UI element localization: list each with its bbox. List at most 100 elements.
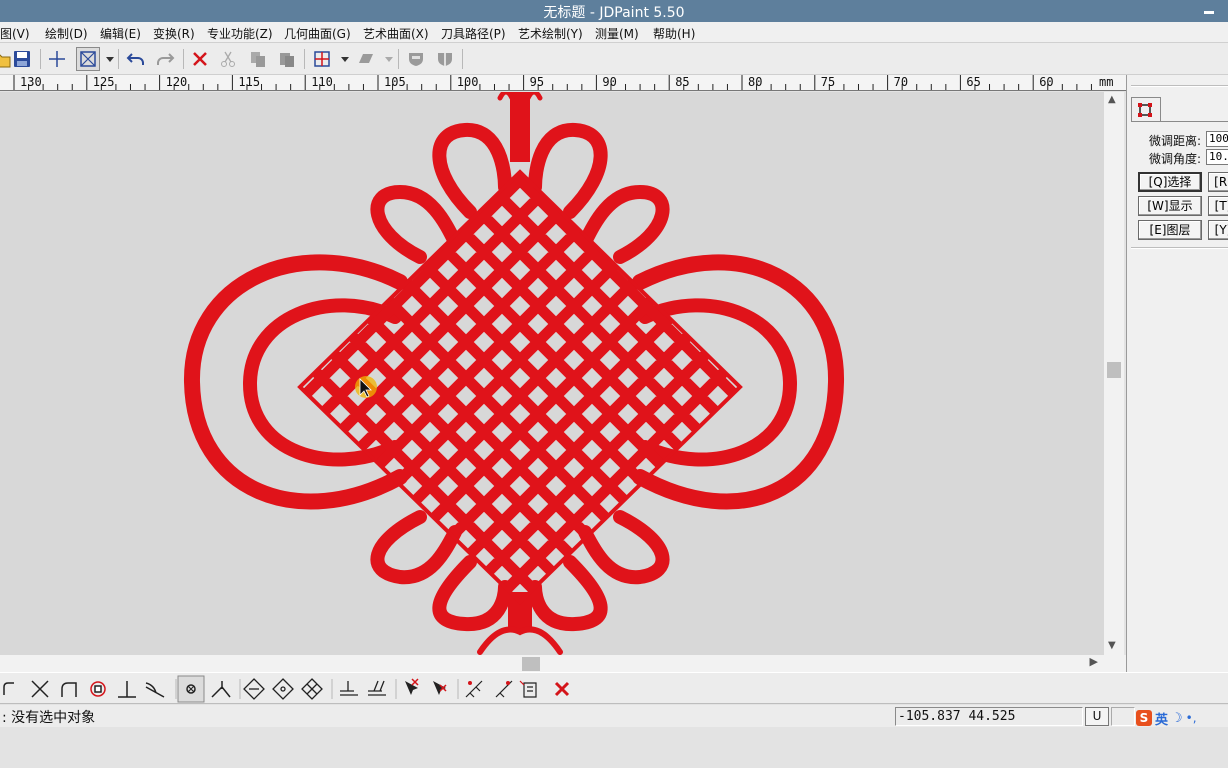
menu-item-2[interactable]: 编辑(E) [100, 25, 141, 42]
menu-item-3[interactable]: 变换(R) [153, 25, 195, 42]
redo-icon[interactable] [153, 47, 177, 71]
node-add-icon[interactable] [465, 680, 483, 698]
ruler-label: 60 [1039, 75, 1054, 89]
offset-multi-icon[interactable] [368, 680, 386, 696]
node-move-icon[interactable] [495, 680, 513, 698]
select-mode-button[interactable]: [Q]选择 [1138, 172, 1202, 192]
punctuation-icon[interactable]: •, [1186, 711, 1197, 725]
status-bar: : 没有选中对象 -105.837 44.525 U S 英 ☽ •, [0, 705, 1228, 728]
ruler-label: 110 [311, 75, 333, 89]
copy-icon[interactable] [246, 47, 270, 71]
fine-distance-label: 微调距离: [1149, 134, 1202, 148]
menu-item-6[interactable]: 艺术曲面(X) [363, 25, 429, 42]
panel-tab[interactable] [1131, 97, 1161, 121]
offset-line-icon[interactable] [340, 681, 358, 696]
horizontal-scrollbar[interactable]: ▶ [0, 655, 1104, 672]
minimize-icon[interactable] [1202, 0, 1218, 16]
chevron-down-icon[interactable] [106, 57, 114, 62]
y-mode-button[interactable]: [Y] [1208, 220, 1228, 240]
ime-language-label[interactable]: 英 [1155, 709, 1168, 728]
fine-distance-input[interactable]: 100 [1206, 131, 1228, 147]
ruler-label: 70 [893, 75, 909, 89]
scroll-right-icon[interactable]: ▶ [1090, 655, 1098, 668]
layer-mode-button[interactable]: [E]图层 [1138, 220, 1202, 240]
panel-divider [1131, 247, 1228, 249]
toolbar-separator [40, 49, 41, 69]
horizontal-ruler: 130 125 120 115 110 105 100 95 90 85 80 75 70 65 60 mm [0, 75, 1126, 91]
crosshair-icon[interactable] [45, 47, 69, 71]
status-message: : 没有选中对象 [2, 710, 96, 726]
ruler-label: 115 [238, 75, 261, 89]
node-edit-icon [1138, 103, 1152, 117]
ruler-label: 125 [92, 75, 115, 89]
ruler-label: 95 [529, 75, 545, 89]
menu-item-8[interactable]: 艺术绘制(Y) [518, 25, 583, 42]
toolbar-separator [304, 49, 305, 69]
display-mode-button[interactable]: [W]显示 [1138, 196, 1202, 216]
sogou-ime-icon[interactable]: S [1136, 710, 1152, 726]
delete-node-icon[interactable] [554, 681, 570, 697]
t-mode-button[interactable]: [T] [1208, 196, 1228, 216]
ime-toolbar[interactable]: S 英 ☽ •, [1136, 709, 1197, 728]
shield-right-icon[interactable] [433, 47, 457, 71]
menu-item-0[interactable]: 图(V) [0, 25, 30, 42]
window-title: 无标题 - JDPaint 5.50 [543, 5, 685, 21]
menu-item-4[interactable]: 专业功能(Z) [207, 25, 273, 42]
shape-fill-icon[interactable] [354, 47, 378, 71]
unit-button[interactable]: U [1085, 707, 1109, 726]
coordinate-readout: -105.837 44.525 [895, 707, 1083, 726]
vertical-scroll-thumb[interactable] [1107, 362, 1121, 378]
snap-intersect-icon[interactable] [211, 681, 231, 698]
chevron-down-icon[interactable] [385, 57, 393, 62]
diamond-cross-icon[interactable] [301, 678, 323, 700]
diamond-center-icon[interactable] [272, 678, 294, 700]
window-bottom [0, 727, 1228, 768]
delete-icon[interactable] [188, 47, 212, 71]
scroll-down-icon[interactable]: ▼ [1108, 640, 1116, 651]
main-toolbar [0, 43, 1228, 75]
ruler-label: 130 [20, 75, 42, 89]
corner-icon[interactable] [3, 682, 14, 695]
r-mode-button[interactable]: [R] [1208, 172, 1228, 192]
menu-item-7[interactable]: 刀具路径(P) [441, 25, 506, 42]
layer-view-icon[interactable] [310, 47, 334, 71]
tab-underline [1131, 121, 1228, 122]
drawing-canvas[interactable] [0, 92, 1104, 655]
undo-icon[interactable] [124, 47, 148, 71]
ruler-label: 75 [820, 75, 836, 89]
save-icon[interactable] [10, 47, 34, 71]
fine-angle-label: 微调角度: [1149, 152, 1202, 166]
scroll-corner [1104, 655, 1126, 672]
menu-item-10[interactable]: 帮助(H) [653, 25, 695, 42]
fillet-icon[interactable] [61, 682, 77, 697]
toolbar-separator [398, 49, 399, 69]
horizontal-scroll-thumb[interactable] [522, 657, 540, 671]
scroll-up-icon[interactable]: ▲ [1108, 94, 1116, 105]
point-on-circle-icon[interactable] [90, 681, 106, 697]
select-window-icon[interactable] [76, 47, 100, 71]
menu-item-5[interactable]: 几何曲面(G) [284, 25, 351, 42]
pick-point-icon[interactable] [405, 678, 419, 695]
menu-item-1[interactable]: 绘制(D) [45, 25, 88, 42]
node-list-icon[interactable] [519, 680, 537, 698]
toolbar-separator [118, 49, 119, 69]
shield-left-icon[interactable] [404, 47, 428, 71]
title-bar: 无标题 - JDPaint 5.50 [0, 0, 1228, 22]
ruler-unit: mm [1099, 75, 1114, 89]
tangent-icon[interactable] [145, 682, 165, 698]
fine-angle-input[interactable]: 10.0 [1206, 149, 1228, 165]
perpendicular-icon[interactable] [118, 681, 136, 698]
ruler-label: 100 [456, 75, 479, 89]
paste-icon[interactable] [275, 47, 299, 71]
diamond-node-icon[interactable] [243, 678, 265, 700]
moon-icon[interactable]: ☽ [1171, 711, 1183, 726]
menu-item-9[interactable]: 测量(M) [595, 25, 639, 42]
chevron-down-icon[interactable] [341, 57, 349, 62]
vertical-scrollbar[interactable]: ▲ ▼ [1104, 92, 1124, 655]
ruler-label: 120 [165, 75, 188, 89]
cut-icon[interactable] [216, 47, 240, 71]
trim-icon[interactable] [31, 680, 49, 698]
property-panel: 微调距离: 100 微调角度: 10.0 [Q]选择 [R] [W]显示 [T]… [1126, 75, 1228, 672]
ruler-label: 90 [602, 75, 617, 89]
pick-delete-icon[interactable] [433, 681, 447, 695]
